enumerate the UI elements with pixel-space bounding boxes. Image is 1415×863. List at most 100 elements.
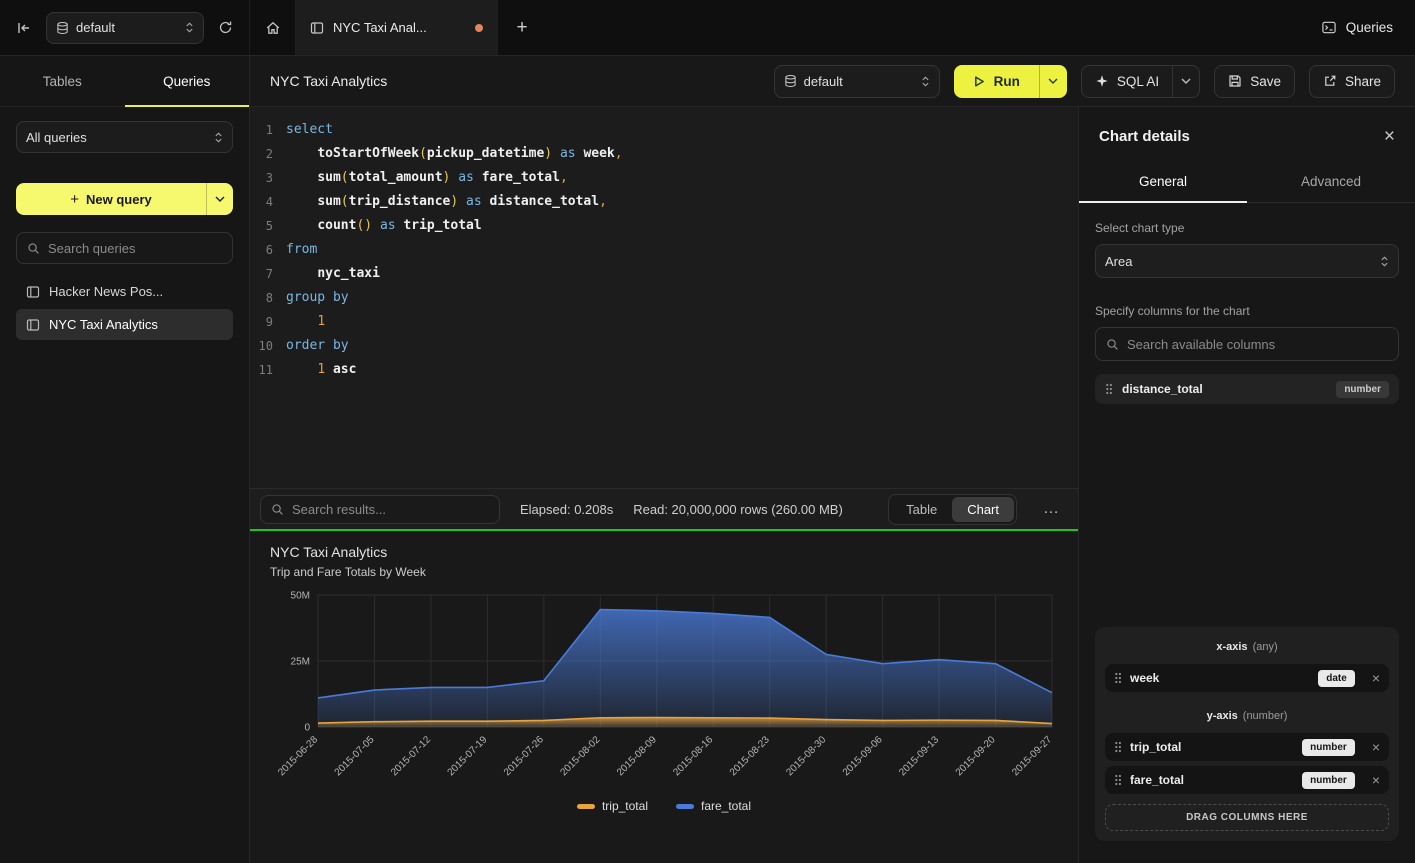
collapse-sidebar-icon [16, 20, 32, 36]
column-name: trip_total [1130, 740, 1181, 754]
query-search-input[interactable] [48, 241, 222, 256]
share-button[interactable]: Share [1309, 65, 1395, 98]
chevron-updown-icon [921, 75, 930, 88]
tab-nyc-taxi-analytics[interactable]: NYC Taxi Anal... [296, 0, 498, 55]
collapse-sidebar-button[interactable] [12, 16, 36, 40]
results-search-input[interactable] [292, 502, 489, 517]
rows-read: Read: 20,000,000 rows (260.00 MB) [633, 502, 843, 517]
run-database-selector[interactable]: default [774, 65, 940, 98]
svg-text:25M: 25M [291, 657, 310, 668]
columns-search-input[interactable] [1127, 337, 1388, 352]
drag-handle[interactable] [1105, 383, 1113, 395]
svg-text:2015-09-06: 2015-09-06 [841, 734, 885, 778]
new-tab-button[interactable]: + [498, 0, 546, 55]
topbar-right: Queries [1321, 0, 1415, 55]
y-axis-columns: trip_totalnumber× fare_totalnumber× [1105, 733, 1389, 794]
chevron-down-icon [1181, 78, 1191, 84]
query-list-item[interactable]: NYC Taxi Analytics [16, 309, 233, 340]
new-query-caret[interactable] [207, 183, 233, 215]
svg-text:2015-09-27: 2015-09-27 [1010, 734, 1054, 778]
axis-config-card: x-axis(any) weekdate× y-axis(number) tri… [1095, 627, 1399, 841]
save-button[interactable]: Save [1214, 65, 1295, 98]
drag-handle[interactable] [1114, 741, 1122, 753]
remove-column-button[interactable]: × [1372, 671, 1380, 685]
more-options-button[interactable]: … [1037, 500, 1066, 518]
chevron-updown-icon [185, 21, 194, 34]
drag-handle-icon [1114, 774, 1122, 786]
drag-handle[interactable] [1114, 774, 1122, 786]
query-list-item[interactable]: Hacker News Pos... [16, 276, 233, 307]
queries-button[interactable]: Queries [1321, 20, 1393, 35]
line-number: 5 [250, 214, 286, 238]
drag-columns-drop-zone[interactable]: DRAG COLUMNS HERE [1105, 804, 1389, 831]
run-button[interactable]: Run [954, 65, 1067, 98]
chevron-updown-icon [1380, 255, 1389, 268]
chart-type-select[interactable]: Area [1095, 244, 1399, 278]
code-text: toStartOfWeek(pickup_datetime) as week, [286, 142, 623, 166]
sidebar-tab-tables[interactable]: Tables [0, 56, 125, 106]
elapsed-time: Elapsed: 0.208s [520, 502, 613, 517]
column-name: fare_total [1130, 773, 1184, 787]
drag-handle[interactable] [1114, 672, 1122, 684]
svg-text:2015-08-16: 2015-08-16 [671, 734, 715, 778]
tab-label: NYC Taxi Anal... [333, 20, 466, 35]
queries-button-label: Queries [1346, 20, 1393, 35]
code-text: group by [286, 286, 349, 310]
page-title: NYC Taxi Analytics [270, 73, 387, 89]
legend-item[interactable]: fare_total [676, 799, 751, 813]
run-options-caret[interactable] [1040, 65, 1067, 98]
chart-title: NYC Taxi Analytics [270, 544, 1058, 560]
code-line: 1select [250, 118, 1078, 142]
tab-general[interactable]: General [1079, 162, 1247, 202]
search-icon [27, 242, 40, 255]
view-table-button[interactable]: Table [891, 497, 952, 522]
code-line: 5 count() as trip_total [250, 214, 1078, 238]
svg-text:2015-08-09: 2015-08-09 [615, 734, 659, 778]
sql-ai-button[interactable]: SQL AI [1081, 65, 1200, 98]
svg-text:0: 0 [304, 723, 310, 734]
remove-column-button[interactable]: × [1372, 773, 1380, 787]
new-query-button[interactable]: + New query [16, 183, 233, 215]
area-chart[interactable]: 025M50M2015-06-282015-07-052015-07-12201… [270, 585, 1058, 799]
column-pill[interactable]: distance_totalnumber [1095, 374, 1399, 404]
view-chart-button[interactable]: Chart [952, 497, 1014, 522]
legend-label: trip_total [602, 799, 648, 813]
query-filter-select[interactable]: All queries [16, 121, 233, 153]
refresh-button[interactable] [214, 16, 237, 39]
column-pill[interactable]: weekdate× [1105, 664, 1389, 692]
code-line: 8group by [250, 286, 1078, 310]
svg-text:2015-08-23: 2015-08-23 [728, 734, 772, 778]
drag-handle-icon [1105, 383, 1113, 395]
plus-icon: + [70, 191, 79, 208]
column-pill[interactable]: fare_totalnumber× [1105, 766, 1389, 794]
line-number: 1 [250, 118, 286, 142]
chevron-down-icon [215, 196, 225, 202]
code-text: order by [286, 334, 349, 358]
column-pill[interactable]: trip_totalnumber× [1105, 733, 1389, 761]
database-selector[interactable]: default [46, 12, 204, 44]
line-number: 4 [250, 190, 286, 214]
sidebar-tab-queries[interactable]: Queries [125, 56, 250, 106]
editor-header: NYC Taxi Analytics default Run [250, 56, 1415, 107]
search-icon [271, 503, 284, 516]
sql-editor[interactable]: 1select2 toStartOfWeek(pickup_datetime) … [250, 107, 1078, 488]
code-text: nyc_taxi [286, 262, 380, 286]
svg-text:2015-08-02: 2015-08-02 [558, 734, 602, 778]
svg-text:2015-06-28: 2015-06-28 [276, 734, 320, 778]
remove-column-button[interactable]: × [1372, 740, 1380, 754]
home-button[interactable] [250, 0, 296, 55]
search-icon [1106, 338, 1119, 351]
close-panel-button[interactable]: × [1384, 127, 1395, 146]
query-search [16, 232, 233, 264]
svg-text:50M: 50M [291, 591, 310, 602]
legend-item[interactable]: trip_total [577, 799, 648, 813]
sql-ai-caret[interactable] [1173, 66, 1199, 97]
tab-advanced[interactable]: Advanced [1247, 162, 1415, 202]
columns-search [1095, 327, 1399, 361]
code-line: 11 1 asc [250, 358, 1078, 382]
svg-text:2015-09-20: 2015-09-20 [954, 734, 998, 778]
line-number: 9 [250, 310, 286, 334]
columns-label: Specify columns for the chart [1095, 304, 1399, 318]
code-line: 6from [250, 238, 1078, 262]
x-axis-label: x-axis(any) [1105, 641, 1389, 653]
